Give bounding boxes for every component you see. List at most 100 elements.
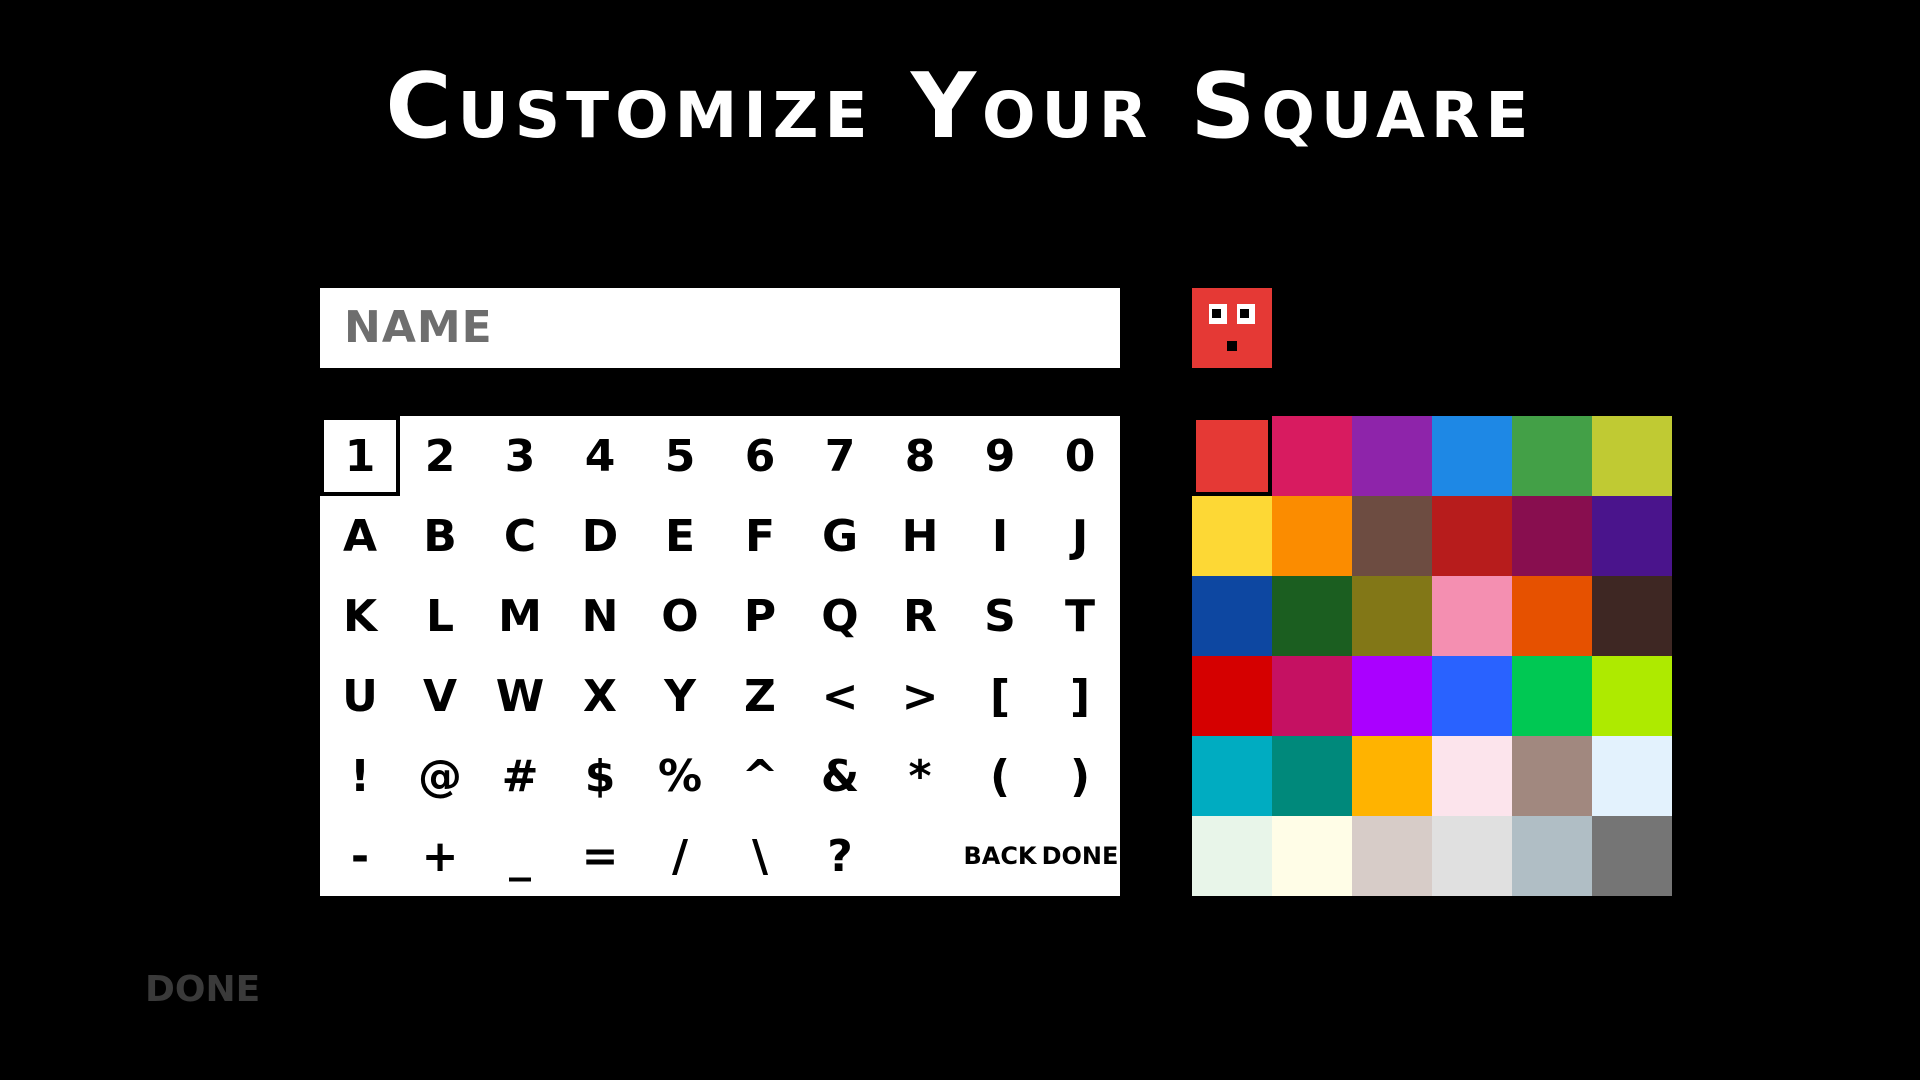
color-swatch-24[interactable] <box>1192 736 1272 816</box>
key-4-3[interactable]: $ <box>560 736 640 816</box>
color-swatch-17[interactable] <box>1592 576 1672 656</box>
key-0-1[interactable]: 2 <box>400 416 480 496</box>
color-swatch-29[interactable] <box>1592 736 1672 816</box>
color-swatch-14[interactable] <box>1352 576 1432 656</box>
key-1-7[interactable]: H <box>880 496 960 576</box>
key-5-0[interactable]: - <box>320 816 400 896</box>
key-0-4[interactable]: 5 <box>640 416 720 496</box>
color-swatch-26[interactable] <box>1352 736 1432 816</box>
key-0-3[interactable]: 4 <box>560 416 640 496</box>
color-swatch-6[interactable] <box>1192 496 1272 576</box>
color-swatch-34[interactable] <box>1512 816 1592 896</box>
key-2-5[interactable]: P <box>720 576 800 656</box>
key-4-2[interactable]: # <box>480 736 560 816</box>
done-button[interactable]: DONE <box>145 965 260 1015</box>
key-4-5[interactable]: ^ <box>720 736 800 816</box>
key-2-9[interactable]: T <box>1040 576 1120 656</box>
key-0-2[interactable]: 3 <box>480 416 560 496</box>
color-swatch-4[interactable] <box>1512 416 1592 496</box>
key-1-3[interactable]: D <box>560 496 640 576</box>
key-3-9[interactable]: ] <box>1040 656 1120 736</box>
key-2-1[interactable]: L <box>400 576 480 656</box>
key-0-9[interactable]: 0 <box>1040 416 1120 496</box>
key-1-2[interactable]: C <box>480 496 560 576</box>
key-3-0[interactable]: U <box>320 656 400 736</box>
avatar-body <box>1192 288 1272 368</box>
key-4-7[interactable]: * <box>880 736 960 816</box>
color-swatch-32[interactable] <box>1352 816 1432 896</box>
key-2-7[interactable]: R <box>880 576 960 656</box>
key-2-2[interactable]: M <box>480 576 560 656</box>
key-3-5[interactable]: Z <box>720 656 800 736</box>
color-swatch-21[interactable] <box>1432 656 1512 736</box>
key-4-4[interactable]: % <box>640 736 720 816</box>
color-swatch-22[interactable] <box>1512 656 1592 736</box>
key-4-0[interactable]: ! <box>320 736 400 816</box>
key-1-9[interactable]: J <box>1040 496 1120 576</box>
color-swatch-9[interactable] <box>1432 496 1512 576</box>
key-0-7[interactable]: 8 <box>880 416 960 496</box>
key-5-1[interactable]: + <box>400 816 480 896</box>
color-swatch-8[interactable] <box>1352 496 1432 576</box>
color-swatch-18[interactable] <box>1192 656 1272 736</box>
color-swatch-5[interactable] <box>1592 416 1672 496</box>
color-swatch-31[interactable] <box>1272 816 1352 896</box>
key-3-3[interactable]: X <box>560 656 640 736</box>
color-swatch-10[interactable] <box>1512 496 1592 576</box>
color-swatch-15[interactable] <box>1432 576 1512 656</box>
color-swatch-33[interactable] <box>1432 816 1512 896</box>
color-swatch-12[interactable] <box>1192 576 1272 656</box>
key-3-8[interactable]: [ <box>960 656 1040 736</box>
key-5-2[interactable]: _ <box>480 816 560 896</box>
key-3-7[interactable]: > <box>880 656 960 736</box>
key-3-1[interactable]: V <box>400 656 480 736</box>
key-3-6[interactable]: < <box>800 656 880 736</box>
key-0-0[interactable]: 1 <box>320 416 400 496</box>
color-swatch-11[interactable] <box>1592 496 1672 576</box>
color-swatch-27[interactable] <box>1432 736 1512 816</box>
name-input[interactable]: NAME <box>320 288 1120 368</box>
key-4-1[interactable]: @ <box>400 736 480 816</box>
key-5-3[interactable]: = <box>560 816 640 896</box>
key-4-6[interactable]: & <box>800 736 880 816</box>
key-2-3[interactable]: N <box>560 576 640 656</box>
key-5-5[interactable]: \ <box>720 816 800 896</box>
key-1-8[interactable]: I <box>960 496 1040 576</box>
key-0-8[interactable]: 9 <box>960 416 1040 496</box>
color-swatch-7[interactable] <box>1272 496 1352 576</box>
key-5-6[interactable]: ? <box>800 816 880 896</box>
color-swatch-35[interactable] <box>1592 816 1672 896</box>
color-swatch-13[interactable] <box>1272 576 1352 656</box>
color-swatch-25[interactable] <box>1272 736 1352 816</box>
color-swatch-2[interactable] <box>1352 416 1432 496</box>
color-swatch-30[interactable] <box>1192 816 1272 896</box>
key-1-4[interactable]: E <box>640 496 720 576</box>
key-1-0[interactable]: A <box>320 496 400 576</box>
key-5-4[interactable]: / <box>640 816 720 896</box>
key-2-8[interactable]: S <box>960 576 1040 656</box>
key-done-button[interactable]: DONE <box>1040 816 1120 896</box>
color-swatch-16[interactable] <box>1512 576 1592 656</box>
key-3-2[interactable]: W <box>480 656 560 736</box>
key-0-6[interactable]: 7 <box>800 416 880 496</box>
key-4-9[interactable]: ) <box>1040 736 1120 816</box>
avatar-mouth <box>1227 341 1237 351</box>
color-swatch-0[interactable] <box>1192 416 1272 496</box>
key-1-1[interactable]: B <box>400 496 480 576</box>
key-2-6[interactable]: Q <box>800 576 880 656</box>
key-1-6[interactable]: G <box>800 496 880 576</box>
key-4-8[interactable]: ( <box>960 736 1040 816</box>
key-2-0[interactable]: K <box>320 576 400 656</box>
key-1-5[interactable]: F <box>720 496 800 576</box>
color-swatch-3[interactable] <box>1432 416 1512 496</box>
page-title: Customize Your Square <box>385 54 1535 159</box>
color-swatch-19[interactable] <box>1272 656 1352 736</box>
color-swatch-28[interactable] <box>1512 736 1592 816</box>
key-0-5[interactable]: 6 <box>720 416 800 496</box>
key-2-4[interactable]: O <box>640 576 720 656</box>
key-back-button[interactable]: BACK <box>960 816 1040 896</box>
key-3-4[interactable]: Y <box>640 656 720 736</box>
color-swatch-23[interactable] <box>1592 656 1672 736</box>
color-swatch-20[interactable] <box>1352 656 1432 736</box>
color-swatch-1[interactable] <box>1272 416 1352 496</box>
